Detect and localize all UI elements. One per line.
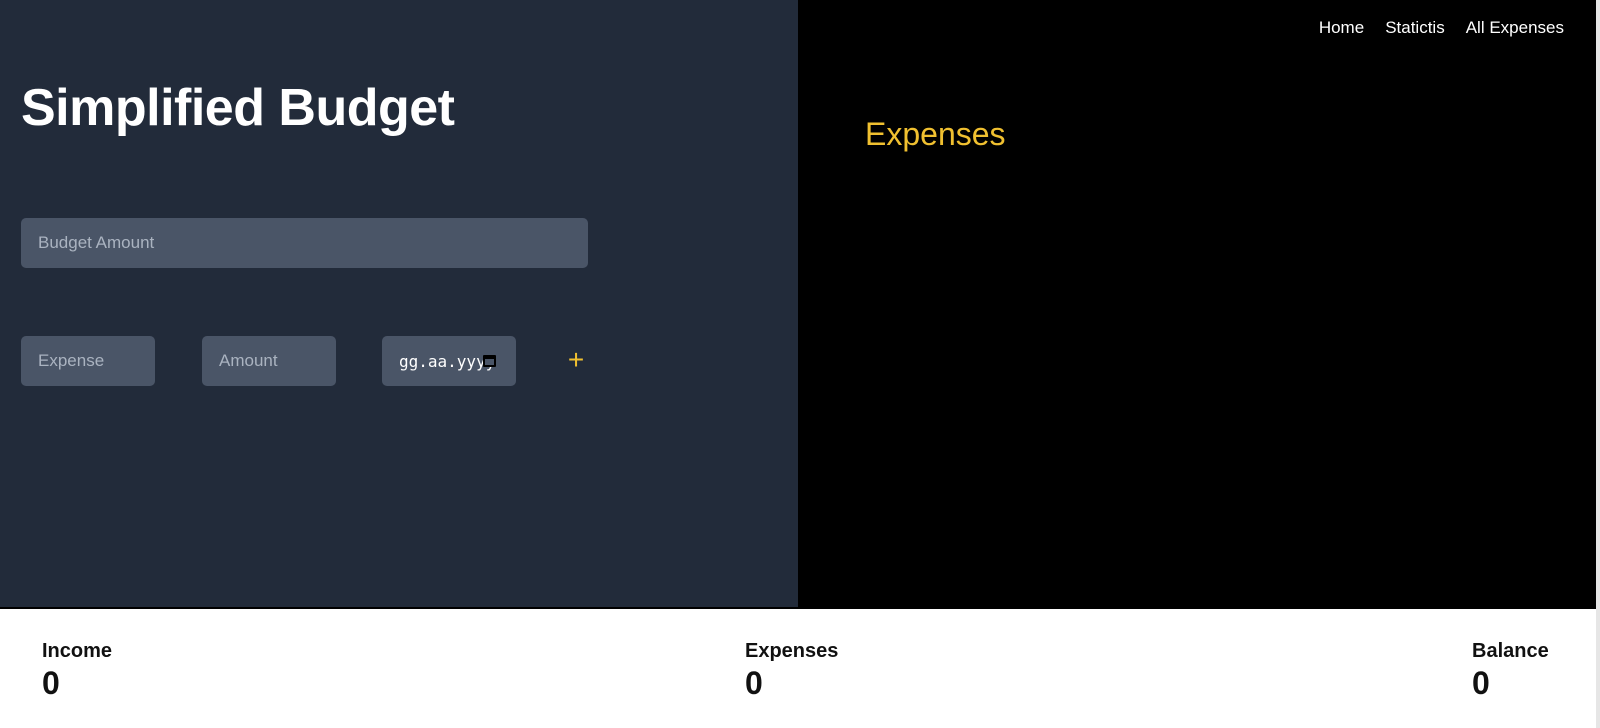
- income-summary: Income 0: [42, 640, 112, 702]
- expenses-value: 0: [745, 665, 763, 701]
- add-expense-button[interactable]: +: [565, 346, 587, 376]
- date-placeholder: gg.aa.yyyy: [399, 351, 496, 371]
- expenses-panel: [798, 0, 1596, 608]
- top-nav: Home Statictis All Expenses: [1319, 18, 1564, 38]
- expenses-label: Expenses: [745, 640, 839, 662]
- nav-statistics[interactable]: Statictis: [1385, 18, 1445, 38]
- balance-summary: Balance 0: [1472, 640, 1549, 702]
- nav-home[interactable]: Home: [1319, 18, 1364, 38]
- nav-all-expenses[interactable]: All Expenses: [1466, 18, 1564, 38]
- expenses-heading: Expenses: [865, 116, 1006, 152]
- expense-name-input[interactable]: [21, 336, 155, 386]
- balance-label: Balance: [1472, 640, 1549, 662]
- expense-date-input[interactable]: gg.aa.yyyy: [382, 336, 516, 386]
- calendar-icon[interactable]: [483, 355, 496, 367]
- budget-form-panel: Simplified Budget gg.aa.yyyy +: [0, 0, 798, 608]
- main-area: Simplified Budget gg.aa.yyyy + Home Stat…: [0, 0, 1600, 608]
- scrollbar[interactable]: [1596, 0, 1600, 728]
- expenses-summary: Expenses 0: [745, 640, 838, 702]
- plus-icon: +: [567, 344, 585, 375]
- income-value: 0: [42, 665, 60, 701]
- balance-value: 0: [1472, 665, 1490, 701]
- app-title: Simplified Budget: [21, 79, 455, 137]
- expense-amount-input[interactable]: [202, 336, 336, 386]
- income-label: Income: [42, 640, 113, 662]
- divider: [0, 607, 1596, 609]
- budget-amount-input[interactable]: [21, 218, 588, 268]
